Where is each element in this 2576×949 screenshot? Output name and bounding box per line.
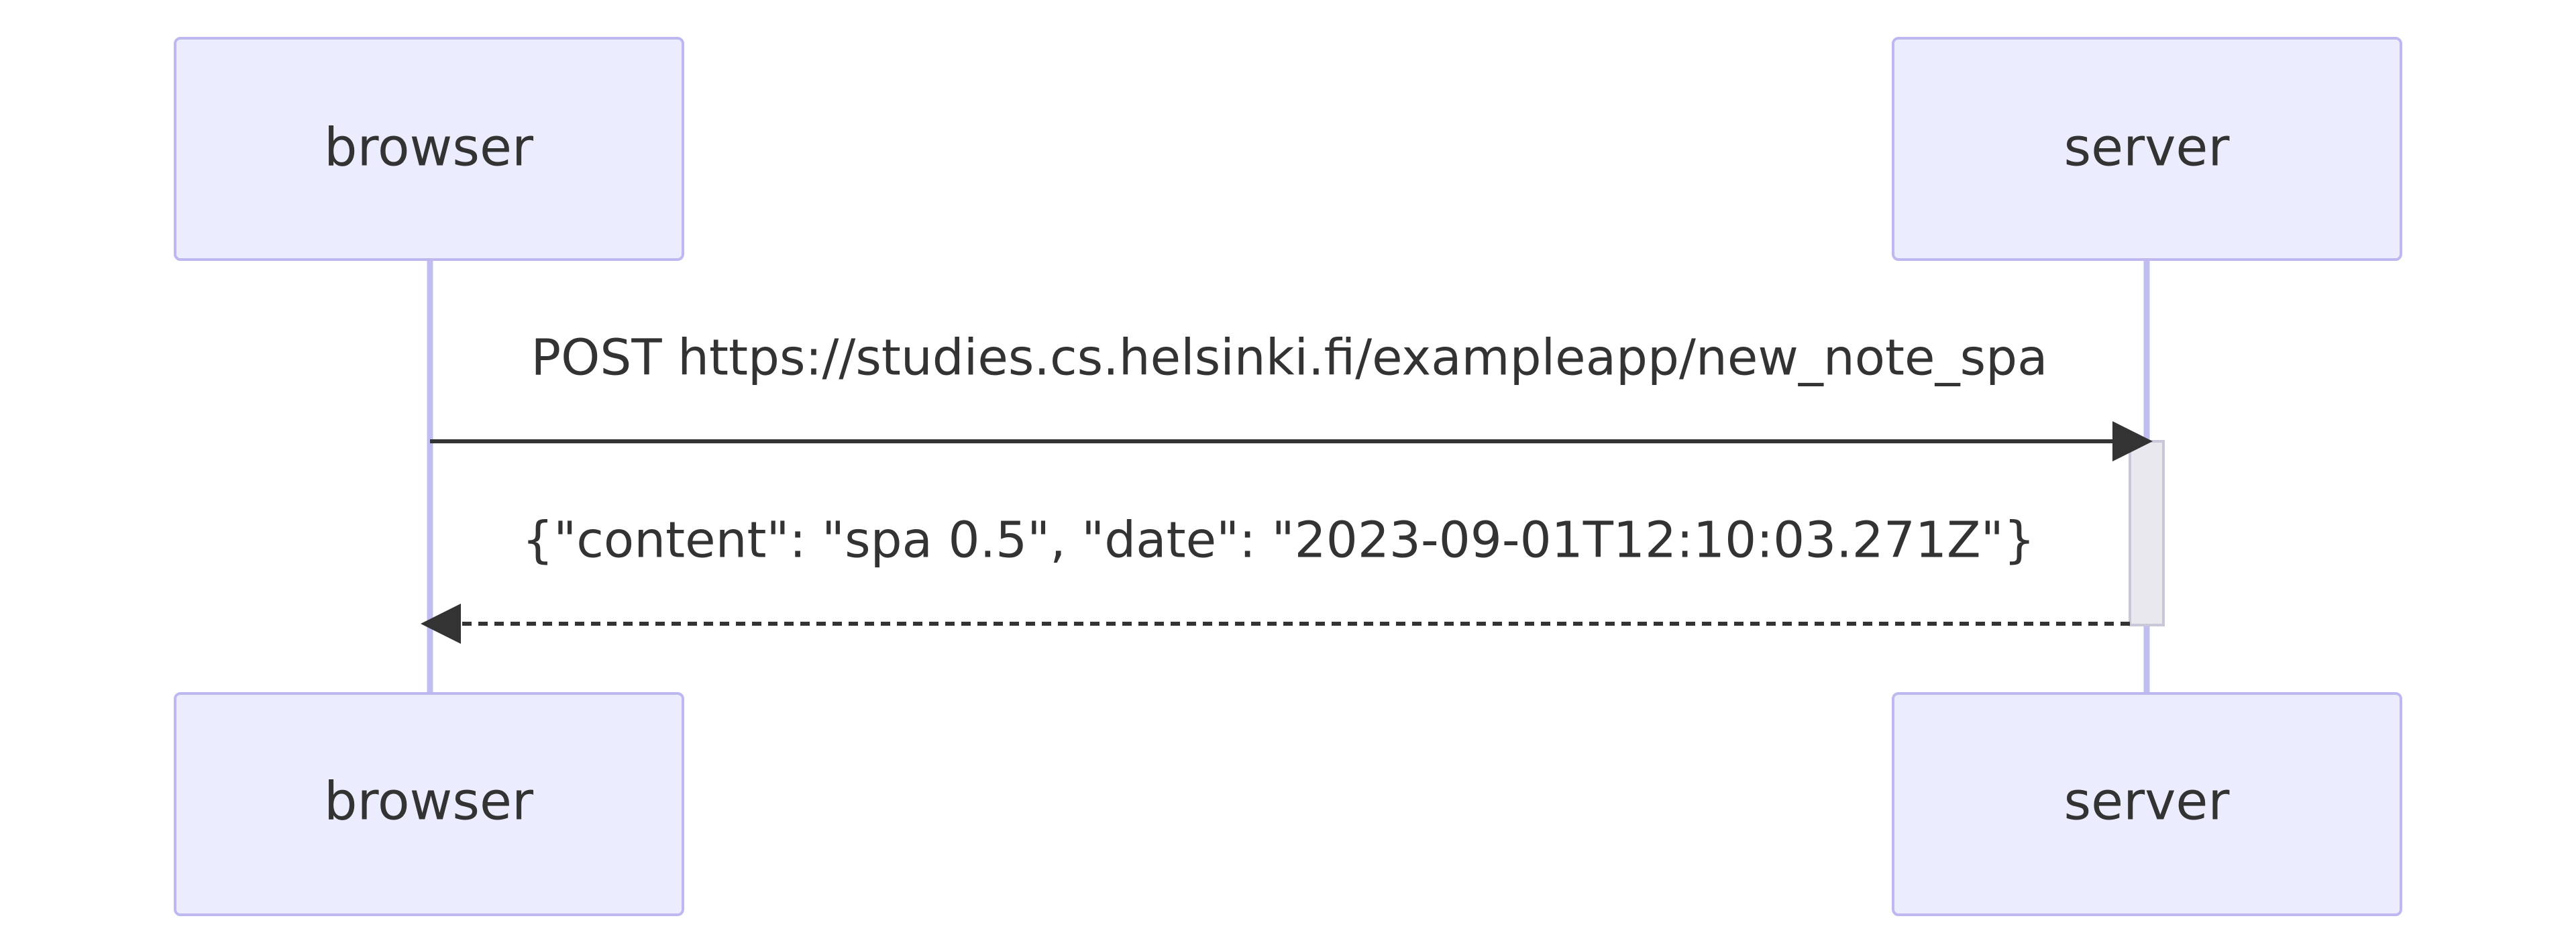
actor-top-server[interactable]: server <box>1892 37 2402 261</box>
actor-top-browser-label: browser <box>324 117 534 178</box>
actor-top-server-label: server <box>2064 117 2231 178</box>
message-2-label: {"content": "spa 0.5", "date": "2023-09-… <box>522 512 2035 569</box>
activation-bar-server <box>2129 440 2165 626</box>
actor-top-browser[interactable]: browser <box>174 37 684 261</box>
sequence-diagram: browser server POST https://studies.cs.h… <box>174 37 2402 916</box>
actor-bottom-server-label: server <box>2064 771 2231 832</box>
actor-bottom-browser-label: browser <box>324 771 534 832</box>
actor-bottom-server[interactable]: server <box>1892 692 2402 916</box>
message-1-label: POST https://studies.cs.helsinki.fi/exam… <box>531 329 2048 387</box>
actor-bottom-browser[interactable]: browser <box>174 692 684 916</box>
